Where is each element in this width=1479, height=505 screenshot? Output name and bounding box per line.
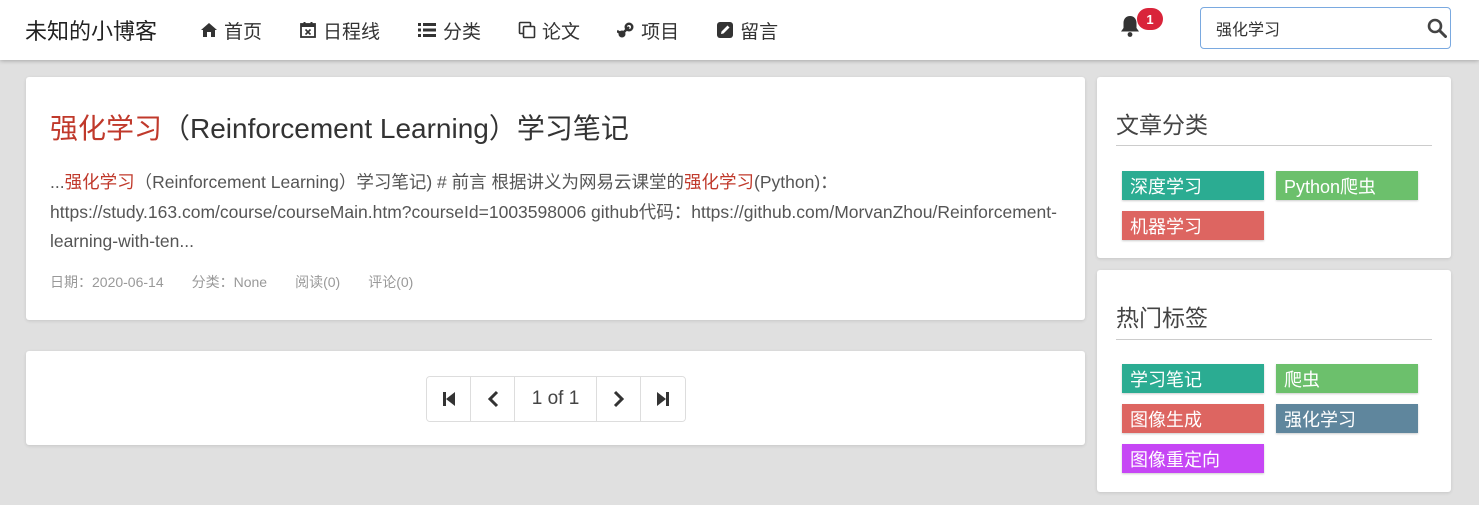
nav-item-label: 日程线 [323,21,381,43]
list-icon [418,23,437,37]
last-page-button[interactable] [641,377,685,421]
hot-tags-list: 学习笔记 爬虫 图像生成 强化学习 图像重定向 [1122,364,1442,484]
next-page-button[interactable] [597,377,641,421]
divider [1116,145,1432,146]
hot-tags-title: 热门标签 [1116,305,1208,331]
divider [1116,339,1432,340]
prev-page-button[interactable] [471,377,515,421]
article-category: 分类：None [191,274,268,290]
pagination: 1 of 1 [426,376,686,422]
nav-item-label: 留言 [740,21,779,43]
steam-icon [617,22,634,38]
nav-item-guestbook[interactable]: 留言 [716,17,778,44]
edit-icon [717,22,734,38]
excerpt-highlight: 强化学习 [64,172,135,192]
hot-tag[interactable]: 强化学习 [1276,404,1418,433]
excerpt-highlight: 强化学习 [684,172,755,192]
search-icon [1427,18,1447,38]
categories-title: 文章分类 [1116,112,1208,138]
article-title-text: （Reinforcement Learning）学习笔记 [162,113,629,144]
chevron-left-icon [487,390,498,408]
article-reads: 阅读(0) [295,274,341,290]
category-tag[interactable]: 深度学习 [1122,171,1264,200]
excerpt-text: （Reinforcement Learning）学习笔记) # 前言 根据讲义为… [134,172,685,192]
site-brand[interactable]: 未知的小博客 [25,14,157,46]
category-tag[interactable]: 机器学习 [1122,211,1264,240]
article-excerpt: ...强化学习（Reinforcement Learning）学习笔记) # 前… [50,168,1060,257]
article-title[interactable]: 强化学习（Reinforcement Learning）学习笔记 [50,107,629,147]
first-page-icon [442,392,455,406]
hot-tag[interactable]: 学习笔记 [1122,364,1264,393]
calendar-icon [300,22,316,38]
hot-tags-panel: 热门标签 学习笔记 爬虫 图像生成 强化学习 图像重定向 [1097,270,1451,492]
nav-item-label: 论文 [542,21,581,43]
last-page-icon [657,392,669,406]
nav-item-projects[interactable]: 项目 [617,17,679,44]
nav-item-label: 首页 [224,21,263,43]
nav-item-label: 分类 [443,21,482,43]
home-icon [201,23,217,37]
first-page-button[interactable] [427,377,471,421]
nav-item-papers[interactable]: 论文 [518,17,580,44]
main-nav: 首页 日程线 分类 论文 项目 留言 [200,0,815,60]
hot-tag[interactable]: 爬虫 [1276,364,1418,393]
category-tags: 深度学习 Python爬虫 机器学习 [1122,171,1442,251]
notification-badge: 1 [1137,8,1163,30]
nav-item-categories[interactable]: 分类 [417,17,481,44]
search-button[interactable] [1423,8,1450,48]
article-meta: 日期：2020-06-14 分类：None 阅读(0) 评论(0) [50,272,441,292]
nav-item-label: 项目 [641,21,680,43]
search-input[interactable] [1201,19,1423,37]
article-date: 日期：2020-06-14 [50,274,164,290]
copy-icon [518,21,536,39]
excerpt-prefix: ... [50,172,65,192]
search-box [1200,7,1451,49]
hot-tag[interactable]: 图像生成 [1122,404,1264,433]
article-comments: 评论(0) [368,274,414,290]
category-tag[interactable]: Python爬虫 [1276,171,1418,200]
nav-item-timeline[interactable]: 日程线 [299,17,380,44]
chevron-right-icon [613,390,624,408]
categories-panel: 文章分类 深度学习 Python爬虫 机器学习 [1097,77,1451,258]
page-info: 1 of 1 [515,377,597,421]
hot-tag[interactable]: 图像重定向 [1122,444,1264,473]
top-navbar: 未知的小博客 首页 日程线 分类 论文 项目 留言 1 [0,0,1479,60]
article-title-highlight: 强化学习 [50,113,163,144]
nav-item-home[interactable]: 首页 [200,17,262,44]
article-card: 强化学习（Reinforcement Learning）学习笔记 ...强化学习… [26,77,1085,320]
pagination-card: 1 of 1 [26,351,1085,445]
